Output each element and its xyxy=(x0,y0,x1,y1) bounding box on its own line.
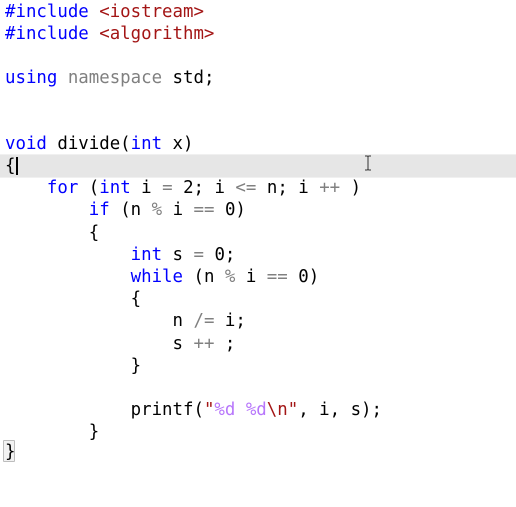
code-line-14[interactable]: { xyxy=(0,288,516,310)
code-line-4[interactable]: using namespace std; xyxy=(0,67,516,89)
code-text: } xyxy=(130,356,142,376)
string-literal: \n xyxy=(266,400,288,420)
keyword: int xyxy=(99,178,131,198)
operator: ++ xyxy=(193,334,215,354)
code-editor[interactable]: #include <iostream> #include <algorithm>… xyxy=(0,0,516,474)
code-text: divide( xyxy=(46,134,131,154)
keyword: using xyxy=(5,68,68,88)
operator: = xyxy=(162,178,173,198)
code-text: printf( xyxy=(130,400,204,420)
operator: % xyxy=(224,267,236,287)
string-literal: " xyxy=(287,400,299,420)
operator: /= xyxy=(193,311,215,331)
code-line-10[interactable]: if (n % i == 0) xyxy=(0,199,516,221)
keyword: while xyxy=(130,267,183,287)
keyword: int xyxy=(130,134,163,154)
operator: % xyxy=(151,200,163,220)
keyword: int xyxy=(130,245,163,265)
keyword: void xyxy=(5,134,47,154)
code-text: i xyxy=(162,200,194,220)
code-text: i xyxy=(130,178,163,198)
code-text: } xyxy=(5,442,16,462)
code-text: , i, s); xyxy=(298,400,382,420)
code-text: { xyxy=(5,156,16,176)
code-line-21[interactable]: } xyxy=(0,441,516,463)
keyword: for xyxy=(46,178,79,198)
code-text: n; i xyxy=(256,178,320,198)
code-text: (n xyxy=(183,267,225,287)
include-header: <algorithm> xyxy=(99,24,215,44)
code-text: x) xyxy=(162,134,194,154)
code-text: s xyxy=(172,334,194,354)
code-line-8-current[interactable]: { xyxy=(0,154,516,178)
code-text: i; xyxy=(214,311,246,331)
code-text: { xyxy=(130,289,142,309)
preprocessor-directive: #include xyxy=(5,2,100,22)
code-text: ( xyxy=(78,178,100,198)
code-text: 0; xyxy=(203,245,236,265)
code-text: std; xyxy=(162,68,215,88)
format-specifier: %d %d xyxy=(214,400,267,420)
code-text: 0) xyxy=(214,200,246,220)
code-text: (n xyxy=(109,200,152,220)
code-line-16[interactable]: s ++ ; xyxy=(0,333,516,355)
code-line-11[interactable]: { xyxy=(0,222,516,244)
code-line-1[interactable]: #include <iostream> xyxy=(0,1,516,23)
keyword-namespace: namespace xyxy=(67,68,163,88)
code-text: ; xyxy=(214,334,236,354)
text-ibeam-icon xyxy=(363,155,373,171)
code-text: 2; i xyxy=(172,178,236,198)
code-line-7[interactable]: void divide(int x) xyxy=(0,133,516,155)
code-line-19[interactable]: printf("%d %d\n", i, s); xyxy=(0,399,516,421)
code-line-12[interactable]: int s = 0; xyxy=(0,244,516,266)
code-line-20[interactable]: } xyxy=(0,421,516,443)
keyword: if xyxy=(88,200,110,220)
operator: ++ xyxy=(319,178,341,198)
operator: == xyxy=(193,200,215,220)
code-text: { xyxy=(88,223,100,243)
code-text: i xyxy=(235,267,267,287)
code-line-9[interactable]: for (int i = 2; i <= n; i ++ ) xyxy=(0,177,516,199)
code-text: ) xyxy=(340,178,362,198)
code-text: } xyxy=(88,422,100,442)
code-line-17[interactable]: } xyxy=(0,355,516,377)
operator: = xyxy=(193,245,204,265)
code-text: n xyxy=(172,311,194,331)
code-line-13[interactable]: while (n % i == 0) xyxy=(0,266,516,288)
text-caret xyxy=(16,157,19,175)
code-line-2[interactable]: #include <algorithm> xyxy=(0,23,516,45)
string-literal: " xyxy=(203,400,215,420)
code-text: 0) xyxy=(287,267,320,287)
include-header: <iostream> xyxy=(99,2,204,22)
operator: <= xyxy=(235,178,257,198)
operator: == xyxy=(266,267,288,287)
code-line-15[interactable]: n /= i; xyxy=(0,310,516,332)
code-text: s xyxy=(162,245,194,265)
preprocessor-directive: #include xyxy=(5,24,100,44)
